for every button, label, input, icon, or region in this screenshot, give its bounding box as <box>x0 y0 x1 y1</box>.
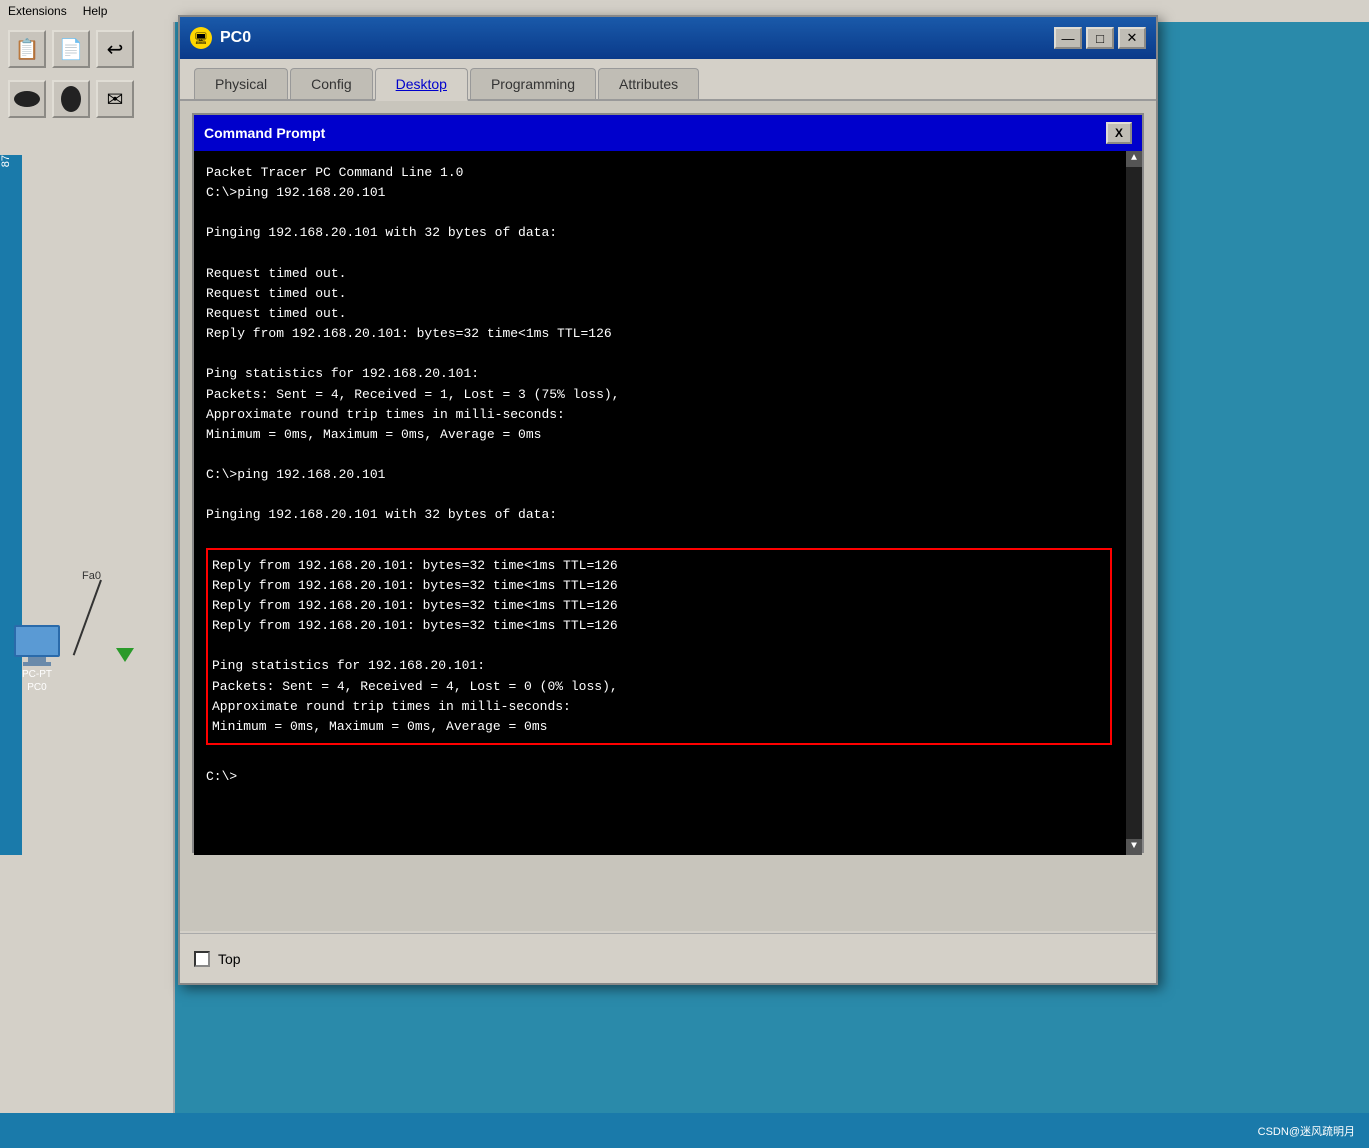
terminal-line-18: Pinging 192.168.20.101 with 32 bytes of … <box>206 505 1128 525</box>
dialog-bottom-bar: Top <box>180 933 1156 983</box>
blue-bar-label: 87 <box>0 155 12 175</box>
highlighted-line-6: Ping statistics for 192.168.20.101: <box>212 656 1106 676</box>
terminal-line-1: Packet Tracer PC Command Line 1.0 <box>206 163 1128 183</box>
terminal-prompt-line: C:\> <box>206 767 1128 787</box>
terminal-line-13: Approximate round trip times in milli-se… <box>206 405 1128 425</box>
tab-content-area: Command Prompt X Packet Tracer PC Comman… <box>180 101 1156 931</box>
terminal-line-5 <box>206 244 1128 264</box>
highlighted-line-9: Minimum = 0ms, Maximum = 0ms, Average = … <box>212 717 1106 737</box>
green-arrow <box>116 648 134 662</box>
terminal-line-3 <box>206 203 1128 223</box>
terminal-line-9: Reply from 192.168.20.101: bytes=32 time… <box>206 324 1128 344</box>
menu-extensions[interactable]: Extensions <box>8 4 67 18</box>
pc-device[interactable]: PC-PT PC0 <box>14 625 60 694</box>
close-button[interactable]: ✕ <box>1118 27 1146 49</box>
device-label-name: PC0 <box>27 681 46 694</box>
terminal-line-11: Ping statistics for 192.168.20.101: <box>206 364 1128 384</box>
tab-desktop[interactable]: Desktop <box>375 68 468 101</box>
dialog-title-bar: 🖥 PC0 — □ ✕ <box>180 17 1156 59</box>
highlighted-result-block: Reply from 192.168.20.101: bytes=32 time… <box>206 548 1112 745</box>
port-fa0-label: Fa0 <box>82 570 101 582</box>
toolbar-row2: ✉ <box>8 80 134 118</box>
tab-bar: Physical Config Desktop Programming Attr… <box>180 59 1156 101</box>
tool-mail-icon[interactable]: ✉ <box>96 80 134 118</box>
terminal-line-7: Request timed out. <box>206 284 1128 304</box>
tool-copy-icon[interactable]: 📋 <box>8 30 46 68</box>
terminal-area[interactable]: Packet Tracer PC Command Line 1.0 C:\>pi… <box>194 151 1142 855</box>
top-checkbox[interactable] <box>194 951 210 967</box>
menu-help[interactable]: Help <box>83 4 108 18</box>
tool-oval2-icon[interactable] <box>52 80 90 118</box>
dialog-title-text: PC0 <box>220 29 251 47</box>
terminal-line-14: Minimum = 0ms, Maximum = 0ms, Average = … <box>206 425 1128 445</box>
terminal-line-10 <box>206 344 1128 364</box>
toolbar-row1: 📋 📄 ↩ <box>8 30 134 68</box>
terminal-scrollbar[interactable]: ▲ ▼ <box>1126 151 1142 855</box>
main-status-bar: CSDN@迷风疏明月 <box>0 1113 1369 1148</box>
pc0-dialog-window: 🖥 PC0 — □ ✕ Physical Config Desktop Prog… <box>178 15 1158 985</box>
cmd-title-bar: Command Prompt X <box>194 115 1142 151</box>
cmd-title-text: Command Prompt <box>204 125 325 141</box>
terminal-line-2: C:\>ping 192.168.20.101 <box>206 183 1128 203</box>
terminal-line-17 <box>206 485 1128 505</box>
dialog-title-icon: 🖥 <box>190 27 212 49</box>
cmd-close-button[interactable]: X <box>1106 122 1132 144</box>
scrollbar-track <box>1126 167 1142 839</box>
tab-attributes[interactable]: Attributes <box>598 68 699 99</box>
status-bar-text: CSDN@迷风疏明月 <box>1258 1123 1355 1139</box>
top-checkbox-label: Top <box>218 951 241 967</box>
left-panel <box>0 22 175 1148</box>
terminal-line-8: Request timed out. <box>206 304 1128 324</box>
highlighted-line-8: Approximate round trip times in milli-se… <box>212 697 1106 717</box>
terminal-line-19 <box>206 526 1128 546</box>
blue-accent-bar: 87 <box>0 155 22 855</box>
tab-config[interactable]: Config <box>290 68 372 99</box>
terminal-line-16: C:\>ping 192.168.20.101 <box>206 465 1128 485</box>
tool-oval1-icon[interactable] <box>8 80 46 118</box>
tool-paste-icon[interactable]: 📄 <box>52 30 90 68</box>
highlighted-line-2: Reply from 192.168.20.101: bytes=32 time… <box>212 576 1106 596</box>
highlighted-line-7: Packets: Sent = 4, Received = 4, Lost = … <box>212 677 1106 697</box>
scrollbar-down-arrow[interactable]: ▼ <box>1126 839 1142 855</box>
scrollbar-up-arrow[interactable]: ▲ <box>1126 151 1142 167</box>
tab-programming[interactable]: Programming <box>470 68 596 99</box>
minimize-button[interactable]: — <box>1054 27 1082 49</box>
terminal-content: Packet Tracer PC Command Line 1.0 C:\>pi… <box>206 163 1128 787</box>
terminal-line-blank <box>206 747 1128 767</box>
highlighted-line-4: Reply from 192.168.20.101: bytes=32 time… <box>212 616 1106 636</box>
highlighted-line-5 <box>212 636 1106 656</box>
highlighted-line-3: Reply from 192.168.20.101: bytes=32 time… <box>212 596 1106 616</box>
device-label-pt: PC-PT <box>22 668 52 681</box>
terminal-line-15 <box>206 445 1128 465</box>
terminal-line-4: Pinging 192.168.20.101 with 32 bytes of … <box>206 223 1128 243</box>
tab-physical[interactable]: Physical <box>194 68 288 99</box>
terminal-line-12: Packets: Sent = 4, Received = 1, Lost = … <box>206 385 1128 405</box>
maximize-button[interactable]: □ <box>1086 27 1114 49</box>
cmd-prompt-window: Command Prompt X Packet Tracer PC Comman… <box>192 113 1144 853</box>
highlighted-line-1: Reply from 192.168.20.101: bytes=32 time… <box>212 556 1106 576</box>
tool-arrow-icon[interactable]: ↩ <box>96 30 134 68</box>
terminal-line-6: Request timed out. <box>206 264 1128 284</box>
